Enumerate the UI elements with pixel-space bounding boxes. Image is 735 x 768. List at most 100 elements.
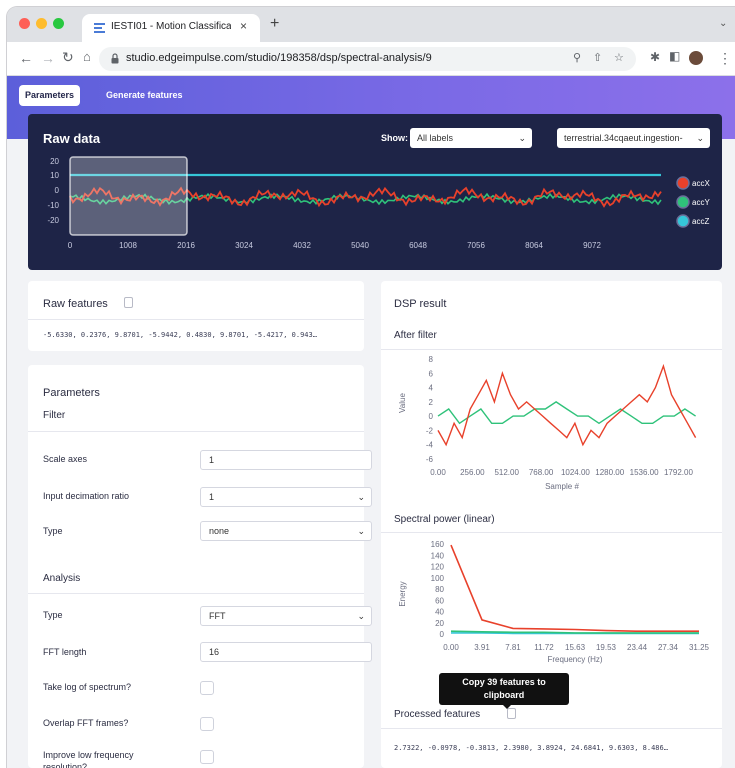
filter-type-label: Type xyxy=(43,526,63,536)
scale-axes-value: 1 xyxy=(209,455,215,465)
back-arrow-icon[interactable]: ← xyxy=(19,50,33,66)
browser-menu-icon[interactable]: ⋮ xyxy=(718,50,732,67)
spectral-y-tick-label: 40 xyxy=(435,608,444,617)
chevron-down-icon: ⌄ xyxy=(357,611,365,621)
overlap-frames-checkbox[interactable] xyxy=(200,717,214,731)
legend-marker-accy[interactable] xyxy=(676,195,690,209)
decimation-value: 1 xyxy=(209,492,215,502)
side-panel-icon[interactable]: ◧ xyxy=(669,49,680,63)
copy-icon[interactable] xyxy=(124,297,133,308)
tab-strip: IESTI01 - Motion Classification × + ⌄ xyxy=(7,7,735,42)
tab-generate-features[interactable]: Generate features xyxy=(106,85,183,106)
after-filter-y-tick-label: 4 xyxy=(429,384,434,393)
url-text: studio.edgeimpulse.com/studio/198358/dsp… xyxy=(126,52,432,64)
raw-x-tick-label: 4032 xyxy=(293,241,311,250)
spectral-y-tick-label: 140 xyxy=(431,551,445,560)
raw-x-tick-label: 1008 xyxy=(119,241,137,250)
profile-avatar[interactable] xyxy=(689,51,703,65)
parameters-title: Parameters xyxy=(43,387,100,399)
log-spectrum-label: Take log of spectrum? xyxy=(43,682,132,692)
bookmark-star-icon[interactable]: ☆ xyxy=(614,51,624,64)
analysis-type-select[interactable]: FFT ⌄ xyxy=(200,606,372,626)
tooltip-line-1: Copy 39 features to xyxy=(462,677,546,687)
raw-x-tick-label: 5040 xyxy=(351,241,369,250)
share-icon[interactable]: ⇧ xyxy=(593,51,602,64)
reload-icon[interactable]: ↻ xyxy=(62,49,74,66)
spectral-y-tick-label: 60 xyxy=(435,596,444,605)
tab-close-icon[interactable]: × xyxy=(240,19,247,33)
after-filter-x-axis-label: Sample # xyxy=(545,482,579,491)
tab-parameters[interactable]: Parameters xyxy=(19,85,81,106)
after-filter-x-tick-label: 1024.00 xyxy=(561,468,590,477)
fft-length-label: FFT length xyxy=(43,647,87,657)
chevron-down-icon: ⌄ xyxy=(357,492,365,502)
raw-x-tick-label: 9072 xyxy=(583,241,601,250)
raw-data-chart: 20 10 0 -10 -20 0 1008 2016 3024 4032 5040 6048 705… xyxy=(47,156,710,250)
improve-resolution-checkbox[interactable] xyxy=(200,750,214,764)
window-selection-handle[interactable] xyxy=(69,156,188,236)
overlap-frames-label: Overlap FFT frames? xyxy=(43,718,129,728)
filter-type-select[interactable]: none ⌄ xyxy=(200,521,372,541)
legend-marker-accz[interactable] xyxy=(676,214,690,228)
after-filter-y-tick-label: 8 xyxy=(429,355,434,364)
raw-features-values: -5.6330, 0.2376, 9.8701, -5.9442, 0.4830… xyxy=(43,331,317,339)
legend-marker-accx[interactable] xyxy=(676,176,690,190)
after-filter-x-tick-label: 1536.00 xyxy=(630,468,659,477)
new-tab-button[interactable]: + xyxy=(270,15,279,33)
forward-arrow-icon[interactable]: → xyxy=(41,50,55,66)
after-filter-x-tick-label: 256.00 xyxy=(460,468,485,477)
raw-x-tick-label: 6048 xyxy=(409,241,427,250)
after-filter-series-accx xyxy=(437,363,697,447)
raw-x-tick-label: 3024 xyxy=(235,241,253,250)
spectral-y-tick-label: 100 xyxy=(431,574,445,583)
spectral-y-axis-label: Energy xyxy=(398,581,407,606)
tab-search-chevron-icon[interactable]: ⌄ xyxy=(719,18,727,29)
spectral-x-axis-label: Frequency (Hz) xyxy=(547,655,602,664)
minimize-window-button[interactable] xyxy=(36,18,47,29)
dsp-result-title: DSP result xyxy=(394,298,447,310)
analysis-heading: Analysis xyxy=(43,573,81,584)
after-filter-title: After filter xyxy=(394,330,437,341)
edge-impulse-favicon-icon xyxy=(94,23,105,33)
after-filter-x-tick-label: 768.00 xyxy=(529,468,554,477)
browser-toolbar: ← → ↻ ⌂ studio.edgeimpulse.com/studio/19… xyxy=(7,42,735,76)
after-filter-y-tick-label: 0 xyxy=(429,412,434,421)
spectral-x-tick-label: 31.25 xyxy=(689,643,710,652)
extensions-puzzle-icon[interactable]: ✱ xyxy=(650,50,660,64)
home-icon[interactable]: ⌂ xyxy=(83,49,91,64)
decimation-select[interactable]: 1 ⌄ xyxy=(200,487,372,507)
analysis-type-value: FFT xyxy=(209,611,226,621)
after-filter-x-tick-label: 1280.00 xyxy=(595,468,624,477)
spectral-y-tick-label: 120 xyxy=(431,563,445,572)
spectral-y-tick-label: 160 xyxy=(431,540,445,549)
copy-icon[interactable] xyxy=(507,708,516,719)
close-window-button[interactable] xyxy=(19,18,30,29)
browser-tab[interactable]: IESTI01 - Motion Classification × xyxy=(82,14,260,42)
improve-resolution-label: Improve low frequency resolution? xyxy=(43,750,134,768)
raw-y-tick-label: -10 xyxy=(47,201,59,210)
tooltip-arrow xyxy=(502,704,512,709)
after-filter-x-tick-label: 512.00 xyxy=(494,468,519,477)
log-spectrum-checkbox[interactable] xyxy=(200,681,214,695)
spectral-series-accx xyxy=(450,544,699,632)
divider xyxy=(381,728,722,729)
address-bar[interactable]: studio.edgeimpulse.com/studio/198358/dsp… xyxy=(99,47,636,71)
fft-length-input[interactable]: 16 xyxy=(200,642,372,662)
analysis-type-label: Type xyxy=(43,610,63,620)
lock-icon xyxy=(111,53,119,64)
browser-window: IESTI01 - Motion Classification × + ⌄ ← … xyxy=(7,7,735,768)
raw-data-panel: Raw data Show: All labels ⌄ terrestrial.… xyxy=(28,114,722,270)
spectral-x-tick-label: 27.34 xyxy=(658,643,679,652)
scale-axes-input[interactable]: 1 xyxy=(200,450,372,470)
legend-label-accy: accY xyxy=(692,198,710,207)
divider xyxy=(381,349,722,350)
raw-x-tick-label: 2016 xyxy=(177,241,195,250)
fft-length-value: 16 xyxy=(209,647,220,657)
zoom-window-button[interactable] xyxy=(53,18,64,29)
after-filter-y-tick-label: -2 xyxy=(426,426,434,435)
zoom-lens-icon[interactable]: ⚲ xyxy=(573,51,581,64)
raw-y-tick-label: 20 xyxy=(50,157,59,166)
after-filter-y-axis-label: Value xyxy=(398,393,407,413)
raw-features-title: Raw features xyxy=(43,298,108,310)
copy-features-tooltip: Copy 39 features to clipboard xyxy=(439,673,569,705)
